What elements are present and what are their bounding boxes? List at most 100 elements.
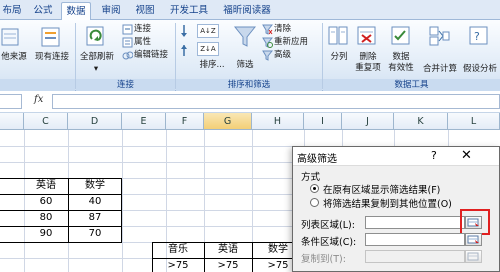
column-header-h[interactable]: H: [252, 113, 304, 130]
criteria-value-music[interactable]: >75: [152, 258, 204, 272]
group-label-data-tools: 数据工具: [323, 79, 500, 91]
insert-function-icon[interactable]: fx: [34, 94, 43, 105]
criteria-range-input[interactable]: [365, 233, 465, 246]
radio-copy-to-location[interactable]: [310, 198, 319, 207]
existing-connections-button[interactable]: 现有连接: [31, 52, 73, 63]
copy-to-collapse-button[interactable]: [465, 250, 482, 263]
help-icon[interactable]: ?: [431, 149, 437, 162]
table-header-english[interactable]: 英语: [24, 178, 68, 194]
sort-za-button[interactable]: Z↓A: [197, 42, 219, 56]
tab-formulas[interactable]: 公式: [28, 2, 58, 20]
filter-icon: [233, 26, 257, 47]
sort-az-button[interactable]: A↓Z: [197, 24, 219, 38]
dialog-title-bar[interactable]: 高级筛选 ? ✕: [293, 147, 499, 166]
name-box[interactable]: [0, 94, 22, 109]
text-to-columns-icon: [328, 26, 348, 45]
tab-layout[interactable]: 布局: [0, 2, 24, 20]
column-header-i[interactable]: I: [304, 113, 342, 130]
column-header-e[interactable]: E: [122, 113, 166, 130]
properties-button[interactable]: 属性: [134, 36, 151, 48]
refresh-all-icon: [86, 26, 104, 46]
connections-button[interactable]: 连接: [134, 23, 151, 35]
column-header-j[interactable]: J: [342, 113, 394, 130]
dialog-title: 高级筛选: [297, 154, 337, 165]
criteria-range-collapse-button[interactable]: [465, 233, 482, 246]
option-copy-to-location-label[interactable]: 将筛选结果复制到其他位置(O): [323, 196, 452, 210]
advanced-filter-dialog: 高级筛选 ? ✕ 方式 在原有区域显示筛选结果(F) 将筛选结果复制到其他位置(…: [292, 146, 500, 272]
reapply-icon: [262, 37, 273, 48]
table-cell[interactable]: 40: [68, 194, 122, 210]
advanced-filter-icon: [262, 50, 273, 61]
column-header-l[interactable]: L: [448, 113, 500, 130]
remove-duplicates-icon: [357, 26, 376, 45]
tab-view[interactable]: 视图: [130, 2, 160, 20]
table-cell[interactable]: 90: [24, 226, 68, 242]
clear-filter-icon: [262, 24, 273, 35]
option-filter-in-place-label[interactable]: 在原有区域显示筛选结果(F): [323, 182, 440, 196]
what-if-analysis-icon: ?: [469, 26, 488, 45]
remove-duplicates-label-1: 删除: [359, 52, 377, 62]
group-label-connections: 连接: [76, 79, 175, 91]
column-header-f[interactable]: F: [166, 113, 204, 130]
radio-filter-in-place[interactable]: [310, 184, 319, 193]
tab-review[interactable]: 审阅: [96, 2, 126, 20]
mode-label: 方式: [301, 172, 321, 183]
data-validation-button[interactable]: 数据 有效性: [384, 52, 418, 74]
consolidate-icon: [429, 26, 450, 46]
list-range-input[interactable]: [365, 216, 465, 229]
table-cell[interactable]: 87: [68, 210, 122, 226]
group-label-sort-filter: 排序和筛选: [176, 79, 322, 91]
criteria-header-music[interactable]: 音乐: [152, 242, 204, 258]
svg-text:?: ?: [474, 30, 480, 43]
criteria-range-label: 条件区域(C):: [301, 237, 357, 248]
refresh-all-button[interactable]: 全部刷新: [78, 52, 116, 63]
what-if-analysis-button[interactable]: 假设分析: [460, 64, 500, 75]
filter-button[interactable]: 筛选: [230, 60, 260, 71]
advanced-button[interactable]: 高级: [274, 49, 291, 61]
other-sources-button[interactable]: 他来源: [0, 52, 28, 63]
remove-duplicates-button[interactable]: 删除 重复项: [353, 52, 383, 74]
column-header-k[interactable]: K: [394, 113, 448, 130]
range-select-icon: [467, 235, 479, 244]
group-label-external: [0, 79, 75, 91]
connections-icon: [122, 24, 133, 35]
reapply-button[interactable]: 重新应用: [274, 36, 308, 48]
table-cell[interactable]: 60: [24, 194, 68, 210]
highlight-annotation: [460, 209, 490, 235]
ribbon-data: 他来源 现有连接 全部刷新 ▾ 连接 属性 编辑链接 A↓Z Z↓A 排序...…: [0, 20, 500, 91]
edit-links-icon: [122, 51, 133, 60]
column-header-c[interactable]: C: [24, 113, 68, 130]
consolidate-button[interactable]: 合并计算: [418, 64, 462, 75]
existing-connections-icon: [41, 27, 60, 47]
edit-links-button[interactable]: 编辑链接: [134, 49, 168, 61]
data-validation-label-2: 有效性: [388, 63, 414, 73]
tab-foxit-reader[interactable]: 福昕阅读器: [218, 2, 276, 20]
table-header-math[interactable]: 数学: [68, 178, 122, 194]
sort-button[interactable]: 排序...: [194, 60, 230, 71]
copy-to-label: 复制到(T):: [301, 254, 346, 265]
formula-input[interactable]: [52, 94, 500, 109]
close-icon[interactable]: ✕: [461, 148, 472, 163]
range-select-icon: [467, 252, 479, 261]
other-sources-icon: [1, 28, 19, 46]
table-cell[interactable]: 70: [68, 226, 122, 242]
column-header-d[interactable]: D: [68, 113, 122, 130]
tab-developer[interactable]: 开发工具: [165, 2, 213, 20]
column-header-corner: [0, 113, 24, 130]
text-to-columns-button[interactable]: 分列: [324, 52, 354, 63]
criteria-value-english[interactable]: >75: [204, 258, 252, 272]
properties-icon: [122, 37, 133, 48]
ribbon-tab-bar: 布局 公式 数据 审阅 视图 开发工具 福昕阅读器: [0, 0, 500, 20]
refresh-all-dropdown[interactable]: ▾: [90, 64, 102, 75]
column-header-g[interactable]: G: [204, 113, 252, 130]
copy-to-input[interactable]: [365, 250, 465, 263]
tab-data[interactable]: 数据: [61, 2, 91, 20]
data-validation-label-1: 数据: [392, 52, 410, 62]
formula-bar: fx: [0, 91, 500, 113]
clear-button[interactable]: 清除: [274, 23, 291, 35]
sort-ascending-icon: [181, 45, 187, 56]
sort-descending-icon: [181, 25, 187, 37]
criteria-header-english[interactable]: 英语: [204, 242, 252, 258]
list-range-label: 列表区域(L):: [301, 220, 355, 231]
table-cell[interactable]: 80: [24, 210, 68, 226]
